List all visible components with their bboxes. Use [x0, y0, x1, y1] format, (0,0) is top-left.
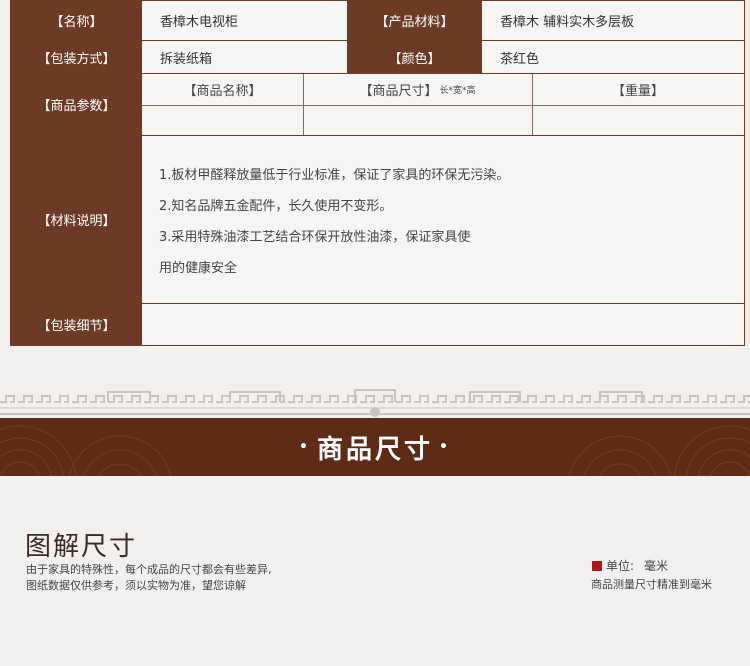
materials-line: 2.知名品牌五金配件，长久使用不变形。 — [159, 199, 393, 214]
color-label: 【颜色】 — [347, 41, 482, 73]
color-value: 茶红色 — [500, 51, 540, 67]
packaging-value: 拆装纸箱 — [160, 51, 213, 67]
packaging-label: 【包装方式】 — [11, 41, 142, 73]
materials-label: 【材料说明】 — [11, 136, 142, 303]
material-label: 【产品材料】 — [347, 1, 482, 40]
name-value: 香樟木电视柜 — [160, 15, 239, 30]
params-label: 【商品参数】 — [11, 74, 142, 135]
section-banner: • 商品尺寸 • — [0, 418, 750, 476]
banner-dot-left: • — [299, 439, 311, 455]
materials-line: 用的健康安全 — [159, 261, 238, 276]
params-value-weight — [532, 106, 744, 135]
diagram-heading: 图解尺寸 — [25, 532, 138, 562]
spec-table: 【名称】 香樟木电视柜 【产品材料】 香樟木 辅料实木多层板 【包装方式】 拆装… — [10, 0, 745, 346]
material-value: 香樟木 辅料实木多层板 — [500, 15, 635, 30]
packaging-detail-value — [142, 304, 744, 345]
unit-value: 毫米 — [644, 559, 669, 573]
precision-note: 商品测量尺寸精准到毫米 — [591, 578, 712, 591]
params-value-name — [142, 106, 303, 135]
params-header-name: 【商品名称】 — [183, 84, 262, 99]
unit-label: 单位: — [606, 559, 635, 573]
unit-square-icon — [592, 560, 602, 571]
banner-title-text: 商品尺寸 — [316, 434, 433, 465]
materials-line: 1.板材甲醛释放量低于行业标准，保证了家具的环保无污染。 — [159, 168, 510, 183]
diagram-description-line: 由于家具的特殊性，每个成品的尺寸都会有些差异, — [26, 563, 272, 576]
unit-indicator: 单位: 毫米 — [592, 557, 668, 574]
diagram-description-line: 图纸数据仅供参考，须以实物为准，望您谅解 — [26, 579, 246, 592]
materials-description: 1.板材甲醛释放量低于行业标准，保证了家具的环保无污染。 2.知名品牌五金配件，… — [159, 160, 729, 284]
packaging-detail-label: 【包装细节】 — [11, 304, 142, 345]
fret-pattern-decoration — [0, 389, 750, 417]
banner-dot-right: • — [439, 439, 451, 455]
banner-title: • 商品尺寸 • — [0, 418, 750, 476]
params-header-size: 【商品尺寸】 长*宽*高 — [359, 84, 476, 99]
name-label: 【名称】 — [11, 1, 142, 40]
materials-line: 3.采用特殊油漆工艺结合环保开放性油漆，保证家具使 — [159, 230, 471, 245]
params-header-weight: 【重量】 — [611, 84, 664, 99]
params-value-size — [303, 106, 532, 135]
